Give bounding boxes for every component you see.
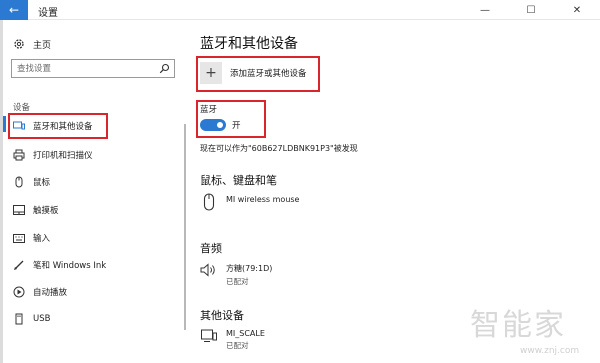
- touchpad-icon: [13, 204, 25, 216]
- sidebar-item-label: 笔和 Windows Ink: [33, 261, 107, 271]
- add-device-label: 添加蓝牙或其他设备: [230, 69, 307, 79]
- gear-icon: [13, 38, 25, 50]
- close-button[interactable]: ✕: [554, 0, 600, 20]
- printer-icon: [13, 149, 25, 161]
- mouse-icon: [200, 192, 218, 212]
- sidebar-item-pen[interactable]: 笔和 Windows Ink: [13, 257, 106, 273]
- device-name: MI_SCALE: [226, 329, 265, 338]
- device-status: 已配对: [226, 341, 249, 350]
- sidebar-item-bluetooth[interactable]: 蓝牙和其他设备: [13, 118, 93, 134]
- close-icon: ✕: [572, 4, 582, 16]
- device-name: MI wireless mouse: [226, 195, 300, 204]
- back-button[interactable]: ←: [0, 0, 28, 20]
- devices-icon: [13, 120, 25, 132]
- active-indicator: [3, 116, 6, 132]
- add-device-button[interactable]: + 添加蓝牙或其他设备: [200, 62, 307, 84]
- minimize-button[interactable]: —: [462, 0, 508, 20]
- sidebar-item-label: USB: [33, 314, 51, 324]
- sidebar-item-touchpad[interactable]: 触摸板: [13, 202, 59, 218]
- home-link[interactable]: 主页: [13, 36, 51, 52]
- sidebar-item-typing[interactable]: 输入: [13, 230, 50, 246]
- toggle-knob: [217, 122, 223, 128]
- pen-icon: [13, 259, 25, 271]
- page-title: 蓝牙和其他设备: [200, 36, 298, 52]
- search-icon: [159, 63, 170, 74]
- mouse-icon: [13, 176, 25, 188]
- sidebar-item-label: 自动播放: [33, 288, 68, 298]
- bluetooth-toggle[interactable]: [200, 119, 226, 131]
- device-audio[interactable]: 方糖(79:1D) 已配对: [200, 260, 272, 287]
- sidebar-item-label: 输入: [33, 234, 51, 244]
- window-title: 设置: [38, 8, 58, 19]
- bluetooth-state: 开: [232, 121, 241, 131]
- keyboard-icon: [13, 232, 25, 244]
- device-mi-mouse[interactable]: MI wireless mouse: [200, 192, 299, 212]
- section-label: 设备: [13, 103, 31, 113]
- sidebar-item-label: 鼠标: [33, 178, 51, 188]
- device-name: 方糖(79:1D): [226, 264, 273, 273]
- discoverable-text: 现在可以作为"60B627LDBNK91P3"被发现: [200, 144, 358, 153]
- maximize-icon: ☐: [526, 4, 536, 16]
- minimize-icon: —: [480, 4, 490, 16]
- sidebar-item-label: 触摸板: [33, 206, 59, 216]
- watermark: 智能家 www.znj.com: [470, 300, 598, 360]
- back-arrow-icon: ←: [8, 3, 20, 17]
- sidebar-item-usb[interactable]: USB: [13, 311, 50, 327]
- speaker-icon: [200, 260, 218, 280]
- bluetooth-label: 蓝牙: [200, 105, 218, 115]
- add-icon: +: [200, 62, 222, 84]
- maximize-button[interactable]: ☐: [508, 0, 554, 20]
- watermark-logo-text: 智能家: [470, 308, 566, 343]
- group-title-other-devices: 其他设备: [200, 309, 244, 322]
- search-input[interactable]: [17, 63, 147, 75]
- sidebar-item-autoplay[interactable]: 自动播放: [13, 284, 67, 300]
- usb-icon: [13, 313, 25, 325]
- sidebar-scrollbar[interactable]: [184, 124, 186, 330]
- sidebar-item-label: 蓝牙和其他设备: [33, 122, 93, 132]
- home-label: 主页: [33, 40, 52, 51]
- sidebar-item-label: 打印机和扫描仪: [33, 151, 93, 161]
- sidebar: 主页 设备 蓝牙和其他设备 打印机和扫描仪 鼠标 触摸板 输入: [3, 20, 185, 363]
- group-title-audio: 音频: [200, 242, 222, 255]
- device-icon: [200, 326, 218, 346]
- title-bar: ← 设置 — ☐ ✕: [0, 0, 600, 20]
- device-status: 已配对: [226, 277, 249, 286]
- sidebar-item-printers[interactable]: 打印机和扫描仪: [13, 147, 93, 163]
- group-title-mouse-keyboard-pen: 鼠标、键盘和笔: [200, 174, 277, 187]
- search-box[interactable]: [11, 59, 175, 78]
- device-mi-scale[interactable]: MI_SCALE 已配对: [200, 326, 265, 351]
- watermark-url: www.znj.com: [520, 346, 580, 356]
- autoplay-icon: [13, 286, 25, 298]
- sidebar-item-mouse[interactable]: 鼠标: [13, 174, 50, 190]
